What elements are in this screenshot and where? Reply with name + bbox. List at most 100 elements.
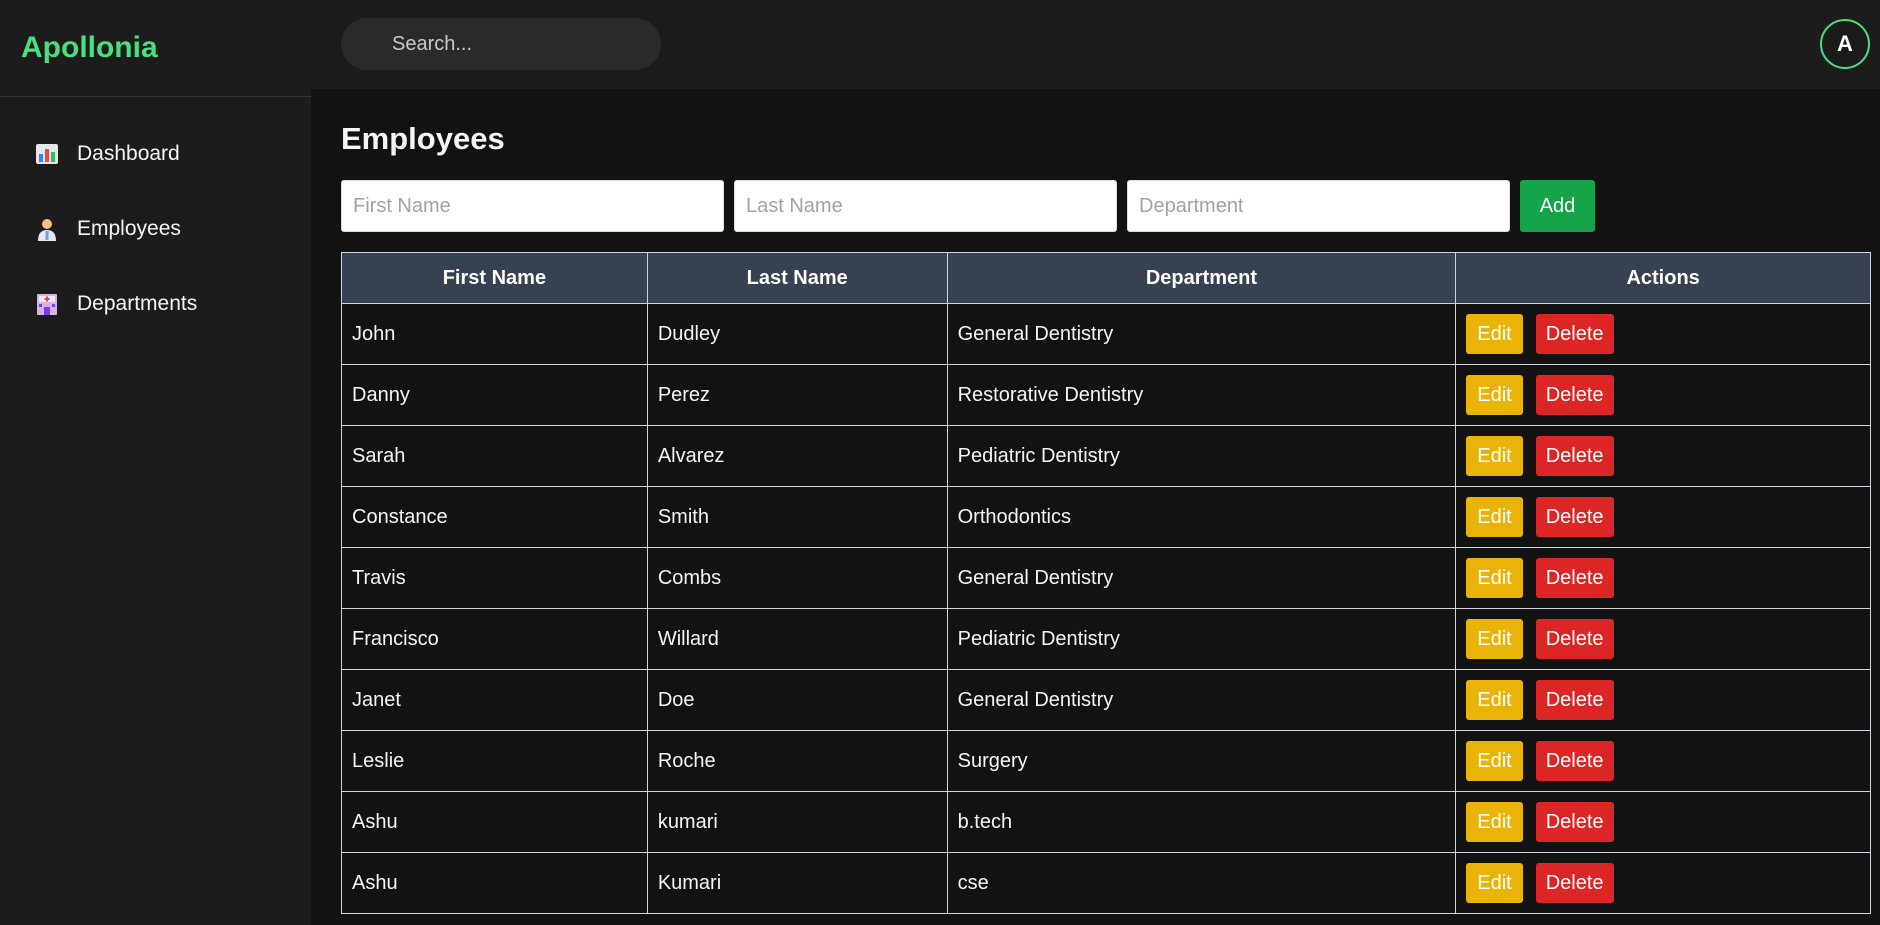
sidebar: Apollonia Dashboard Employees Department… (0, 0, 311, 925)
table-row: John Dudley General Dentistry Edit Delete (341, 303, 1871, 365)
sidebar-item-label: Dashboard (77, 141, 180, 165)
edit-button[interactable]: Edit (1466, 863, 1523, 903)
sidebar-nav: Dashboard Employees Departments (0, 97, 311, 341)
sidebar-item-departments[interactable]: Departments (0, 266, 311, 341)
sidebar-item-label: Departments (77, 291, 198, 315)
column-header-first-name: First Name (341, 252, 648, 304)
top-bar: A (311, 0, 1880, 89)
department-cell: General Dentistry (946, 303, 1457, 365)
actions-cell: Edit Delete (1455, 425, 1871, 487)
delete-button[interactable]: Delete (1535, 619, 1614, 659)
department-cell: General Dentistry (946, 547, 1457, 609)
actions-cell: Edit Delete (1455, 303, 1871, 365)
department-cell: b.tech (946, 791, 1457, 853)
edit-button[interactable]: Edit (1466, 436, 1523, 476)
table-row: Janet Doe General Dentistry Edit Delete (341, 669, 1871, 731)
actions-cell: Edit Delete (1455, 852, 1871, 914)
delete-button[interactable]: Delete (1535, 375, 1614, 415)
edit-button[interactable]: Edit (1466, 802, 1523, 842)
department-cell: cse (946, 852, 1457, 914)
column-header-department: Department (946, 252, 1457, 304)
search-input[interactable] (341, 18, 661, 70)
first-name-cell: Janet (341, 669, 648, 731)
last-name-cell: Combs (646, 547, 948, 609)
search-box (341, 18, 661, 70)
first-name-cell: John (341, 303, 648, 365)
last-name-cell: kumari (646, 791, 948, 853)
edit-button[interactable]: Edit (1466, 375, 1523, 415)
actions-cell: Edit Delete (1455, 547, 1871, 609)
app-root: Apollonia Dashboard Employees Department… (0, 0, 1880, 925)
add-employee-form: Add (341, 180, 1595, 232)
table-row: Francisco Willard Pediatric Dentistry Ed… (341, 608, 1871, 670)
table-row: Leslie Roche Surgery Edit Delete (341, 730, 1871, 792)
last-name-cell: Smith (646, 486, 948, 548)
delete-button[interactable]: Delete (1535, 436, 1614, 476)
delete-button[interactable]: Delete (1535, 802, 1614, 842)
sidebar-item-label: Employees (77, 216, 181, 240)
last-name-cell: Kumari (646, 852, 948, 914)
last-name-cell: Dudley (646, 303, 948, 365)
page-title: Employees (341, 121, 505, 156)
last-name-cell: Doe (646, 669, 948, 731)
first-name-cell: Sarah (341, 425, 648, 487)
edit-button[interactable]: Edit (1466, 558, 1523, 598)
column-header-last-name: Last Name (646, 252, 948, 304)
main-content: Employees Add First Name Last Name Depar… (341, 89, 1880, 914)
table-body: John Dudley General Dentistry Edit Delete… (341, 303, 1871, 914)
edit-button[interactable]: Edit (1466, 314, 1523, 354)
last-name-cell: Roche (646, 730, 948, 792)
last-name-cell: Perez (646, 364, 948, 426)
department-cell: Pediatric Dentistry (946, 425, 1457, 487)
delete-button[interactable]: Delete (1535, 558, 1614, 598)
brand-logo-text[interactable]: Apollonia (21, 31, 158, 65)
department-cell: Surgery (946, 730, 1457, 792)
first-name-cell: Constance (341, 486, 648, 548)
table-row: Danny Perez Restorative Dentistry Edit De… (341, 364, 1871, 426)
actions-cell: Edit Delete (1455, 608, 1871, 670)
brand: Apollonia (0, 0, 311, 97)
add-button[interactable]: Add (1520, 180, 1595, 232)
actions-cell: Edit Delete (1455, 669, 1871, 731)
table-row: Ashu kumari b.tech Edit Delete (341, 791, 1871, 853)
table-header-row: First Name Last Name Department Actions (341, 252, 1871, 304)
edit-button[interactable]: Edit (1466, 680, 1523, 720)
column-header-actions: Actions (1455, 252, 1871, 304)
table-row: Constance Smith Orthodontics Edit Delete (341, 486, 1871, 548)
first-name-cell: Travis (341, 547, 648, 609)
first-name-cell: Ashu (341, 791, 648, 853)
actions-cell: Edit Delete (1455, 791, 1871, 853)
delete-button[interactable]: Delete (1535, 497, 1614, 537)
table-row: Travis Combs General Dentistry Edit Delet… (341, 547, 1871, 609)
actions-cell: Edit Delete (1455, 364, 1871, 426)
edit-button[interactable]: Edit (1466, 497, 1523, 537)
edit-button[interactable]: Edit (1466, 741, 1523, 781)
first-name-cell: Danny (341, 364, 648, 426)
employees-table: First Name Last Name Department Actions … (341, 252, 1871, 914)
delete-button[interactable]: Delete (1535, 314, 1614, 354)
sidebar-item-dashboard[interactable]: Dashboard (0, 116, 311, 191)
first-name-field[interactable] (341, 180, 724, 232)
table-row: Sarah Alvarez Pediatric Dentistry Edit De… (341, 425, 1871, 487)
actions-cell: Edit Delete (1455, 486, 1871, 548)
last-name-cell: Willard (646, 608, 948, 670)
table-row: Ashu Kumari cse Edit Delete (341, 852, 1871, 914)
sidebar-item-employees[interactable]: Employees (0, 191, 311, 266)
delete-button[interactable]: Delete (1535, 741, 1614, 781)
avatar[interactable]: A (1820, 19, 1870, 69)
first-name-cell: Leslie (341, 730, 648, 792)
last-name-cell: Alvarez (646, 425, 948, 487)
hospital-icon (33, 290, 61, 318)
department-field[interactable] (1127, 180, 1510, 232)
doctor-icon (33, 215, 61, 243)
delete-button[interactable]: Delete (1535, 863, 1614, 903)
last-name-field[interactable] (734, 180, 1117, 232)
department-cell: Restorative Dentistry (946, 364, 1457, 426)
actions-cell: Edit Delete (1455, 730, 1871, 792)
first-name-cell: Ashu (341, 852, 648, 914)
department-cell: Pediatric Dentistry (946, 608, 1457, 670)
delete-button[interactable]: Delete (1535, 680, 1614, 720)
department-cell: General Dentistry (946, 669, 1457, 731)
department-cell: Orthodontics (946, 486, 1457, 548)
edit-button[interactable]: Edit (1466, 619, 1523, 659)
